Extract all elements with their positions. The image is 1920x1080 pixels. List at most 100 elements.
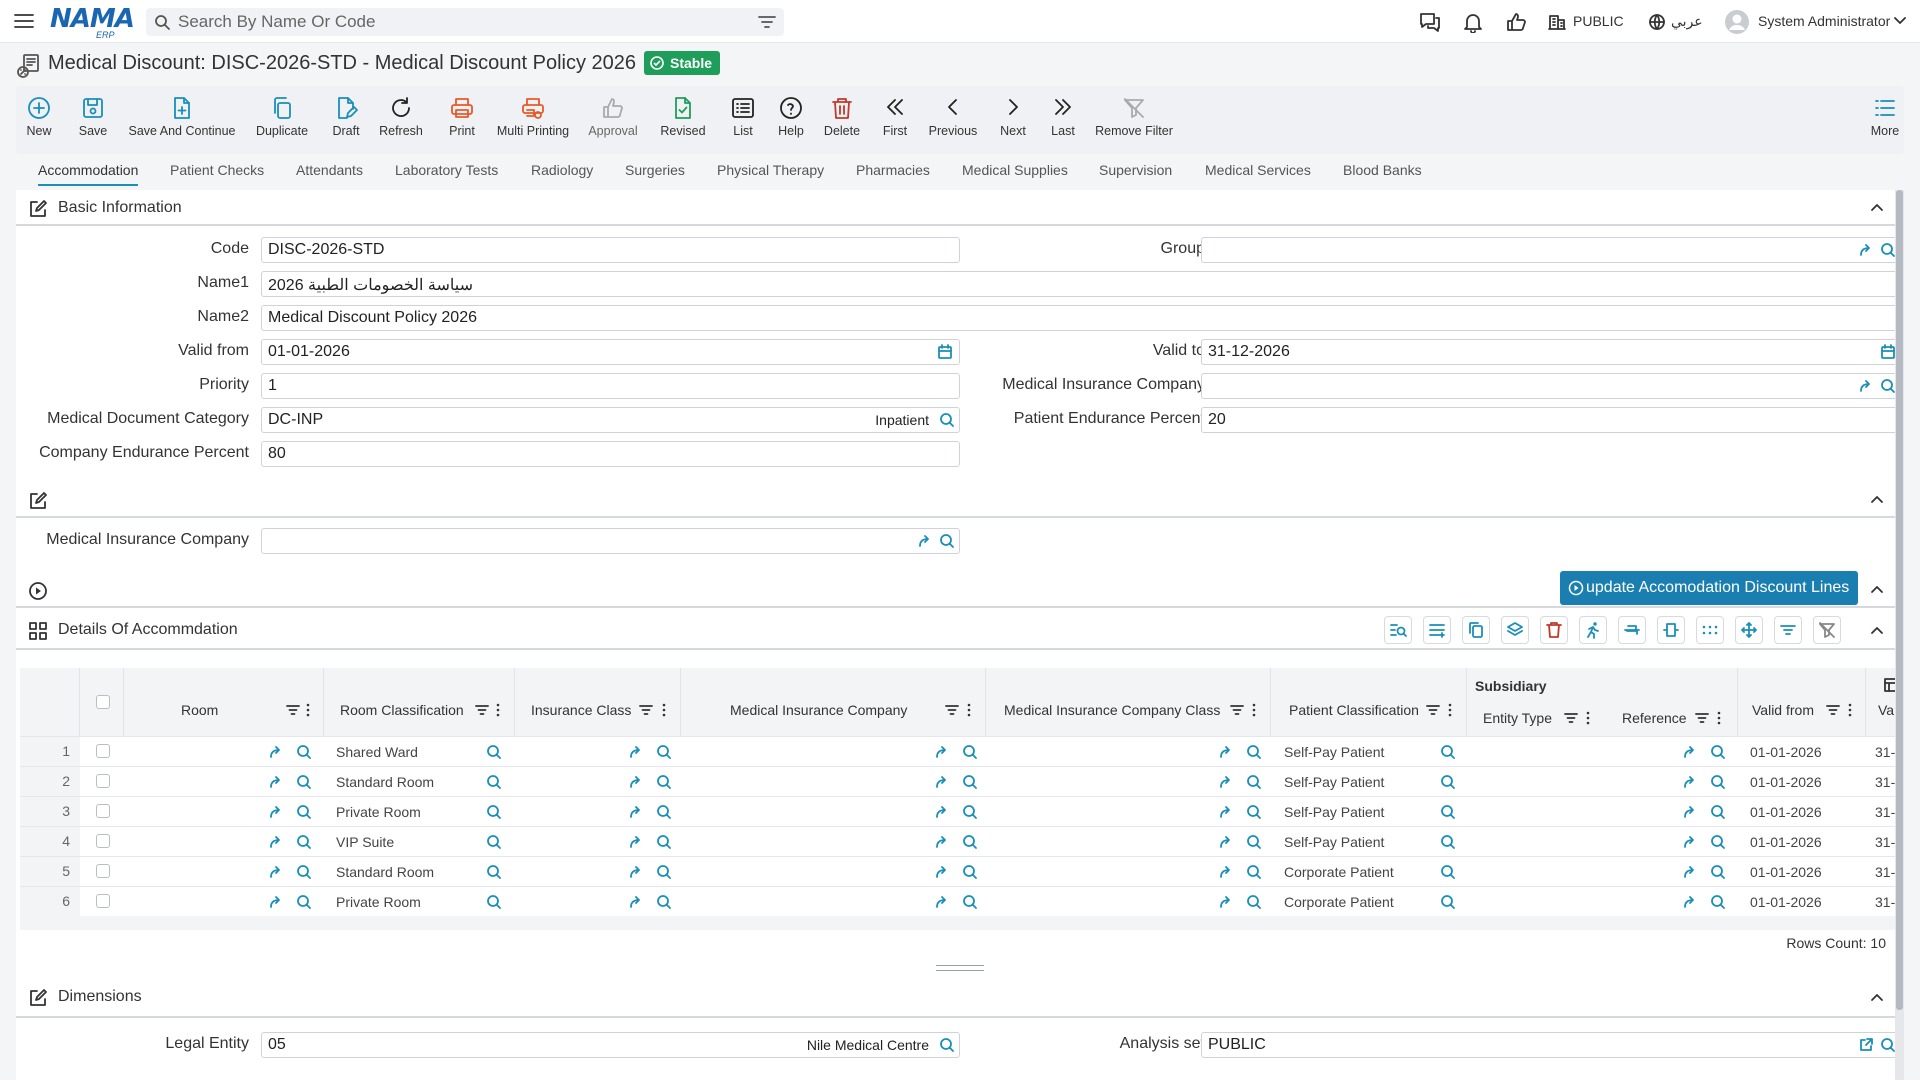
search-refresh-icon[interactable] [1440,774,1456,790]
valid-to-field[interactable]: 31-12-2026 [1201,339,1901,365]
search-refresh-icon[interactable] [1440,834,1456,850]
open-link-icon[interactable] [268,744,284,760]
room-classification-column-header[interactable]: Room Classification [324,668,515,736]
tab-physical-therapy[interactable]: Physical Therapy [717,162,824,184]
patient-classification-cell[interactable]: Self-Pay Patient [1284,744,1384,760]
grid-delete-icon[interactable] [1540,616,1568,644]
table-row[interactable]: 6 Private Room Corporate Patient 01-01-2026… [20,886,1900,916]
chevron-down-icon[interactable] [1894,15,1906,25]
open-link-icon[interactable] [268,804,284,820]
print-button[interactable]: Print [445,86,479,154]
open-link-icon[interactable] [934,744,950,760]
column-menu-icon[interactable] [967,703,971,717]
column-menu-icon[interactable] [306,703,310,717]
duplicate-button[interactable]: Duplicate [254,86,310,154]
column-filter-icon[interactable] [1426,703,1440,717]
column-filter-icon[interactable] [1230,703,1244,717]
column-filter-icon[interactable] [1826,703,1840,717]
patient-classification-cell[interactable]: Self-Pay Patient [1284,834,1384,850]
open-link-icon[interactable] [268,834,284,850]
valid-to-cell[interactable]: 31- [1875,864,1895,880]
valid-from-cell[interactable]: 01-01-2026 [1750,894,1822,910]
tab-accommodation[interactable]: Accommodation [38,162,139,186]
open-link-icon[interactable] [1218,744,1234,760]
open-link-icon[interactable] [1682,744,1698,760]
revised-button[interactable]: Revised [658,86,708,154]
tab-blood-banks[interactable]: Blood Banks [1343,162,1422,184]
new-button[interactable]: New [22,86,56,154]
row-checkbox[interactable] [96,804,110,818]
column-menu-icon[interactable] [1586,711,1590,725]
valid-from-cell[interactable]: 01-01-2026 [1750,744,1822,760]
open-link-icon[interactable] [628,894,644,910]
column-menu-icon[interactable] [1717,711,1721,725]
search-refresh-icon[interactable] [656,774,672,790]
valid-from-cell[interactable]: 01-01-2026 [1750,834,1822,850]
search-refresh-icon[interactable] [656,804,672,820]
chevron-up-icon[interactable] [1870,200,1884,214]
search-refresh-icon[interactable] [296,774,312,790]
save-button[interactable]: Save [76,86,110,154]
room-classification-cell[interactable]: Private Room [336,804,421,820]
column-filter-icon[interactable] [1564,711,1578,725]
insurance-class-column-header[interactable]: Insurance Class [515,668,681,736]
search-refresh-icon[interactable] [1880,242,1896,258]
tab-pharmacies[interactable]: Pharmacies [856,162,930,184]
globe-icon[interactable] [1648,13,1666,31]
open-link-icon[interactable] [1682,894,1698,910]
row-checkbox[interactable] [96,894,110,908]
valid-to-cell[interactable]: 31- [1875,894,1895,910]
search-refresh-icon[interactable] [1246,804,1262,820]
company-endurance-percent-field[interactable]: 80 [261,441,960,467]
search-refresh-icon[interactable] [296,834,312,850]
search-refresh-icon[interactable] [1440,894,1456,910]
chevron-up-icon[interactable] [1870,492,1884,506]
grid-remove-filter-icon[interactable] [1813,616,1841,644]
open-link-icon[interactable] [1218,894,1234,910]
grid-resize-icon[interactable] [1657,616,1685,644]
row-checkbox[interactable] [96,834,110,848]
open-link-icon[interactable] [628,774,644,790]
room-classification-cell[interactable]: Shared Ward [336,744,418,760]
grid-layers-icon[interactable] [1501,616,1529,644]
open-link-icon[interactable] [934,804,950,820]
delete-button[interactable]: Delete [822,86,862,154]
search-refresh-icon[interactable] [939,1037,955,1053]
analysis-set-field[interactable]: PUBLIC [1201,1032,1901,1058]
search-refresh-icon[interactable] [939,412,955,428]
approval-button[interactable]: Approval [588,86,638,154]
open-link-icon[interactable] [628,834,644,850]
medical-insurance-company-field[interactable] [1201,373,1901,399]
search-refresh-icon[interactable] [962,894,978,910]
search-refresh-icon[interactable] [296,894,312,910]
search-refresh-icon[interactable] [1710,834,1726,850]
open-link-icon[interactable] [268,774,284,790]
search-refresh-icon[interactable] [939,533,955,549]
table-row[interactable]: 4 VIP Suite Self-Pay Patient 01-01-2026 31- [20,826,1900,856]
tab-attendants[interactable]: Attendants [296,162,363,184]
search-refresh-icon[interactable] [1246,774,1262,790]
search-refresh-icon[interactable] [486,894,502,910]
patient-classification-column-header[interactable]: Patient Classification [1271,668,1467,736]
grid-search-icon[interactable] [1384,616,1412,644]
open-link-icon[interactable] [268,864,284,880]
vertical-scrollbar[interactable] [1895,190,1904,1080]
row-checkbox[interactable] [96,864,110,878]
tab-radiology[interactable]: Radiology [531,162,593,184]
search-refresh-icon[interactable] [656,894,672,910]
open-link-icon[interactable] [1682,774,1698,790]
update-accommodation-discount-lines-button[interactable]: update Accomodation Discount Lines [1560,571,1858,605]
open-link-icon[interactable] [1858,378,1874,394]
open-link-icon[interactable] [917,533,933,549]
column-menu-icon[interactable] [1448,703,1452,717]
search-refresh-icon[interactable] [656,744,672,760]
external-link-icon[interactable] [1858,1037,1874,1053]
valid-from-cell[interactable]: 01-01-2026 [1750,774,1822,790]
open-link-icon[interactable] [1218,804,1234,820]
open-link-icon[interactable] [628,744,644,760]
analysis-set-label[interactable]: PUBLIC [1573,13,1624,29]
table-row[interactable]: 5 Standard Room Corporate Patient 01-01-202… [20,856,1900,886]
basic-information-header[interactable]: Basic Information [16,190,1904,226]
logo[interactable]: NAMA ERP [50,4,135,40]
search-refresh-icon[interactable] [1246,834,1262,850]
